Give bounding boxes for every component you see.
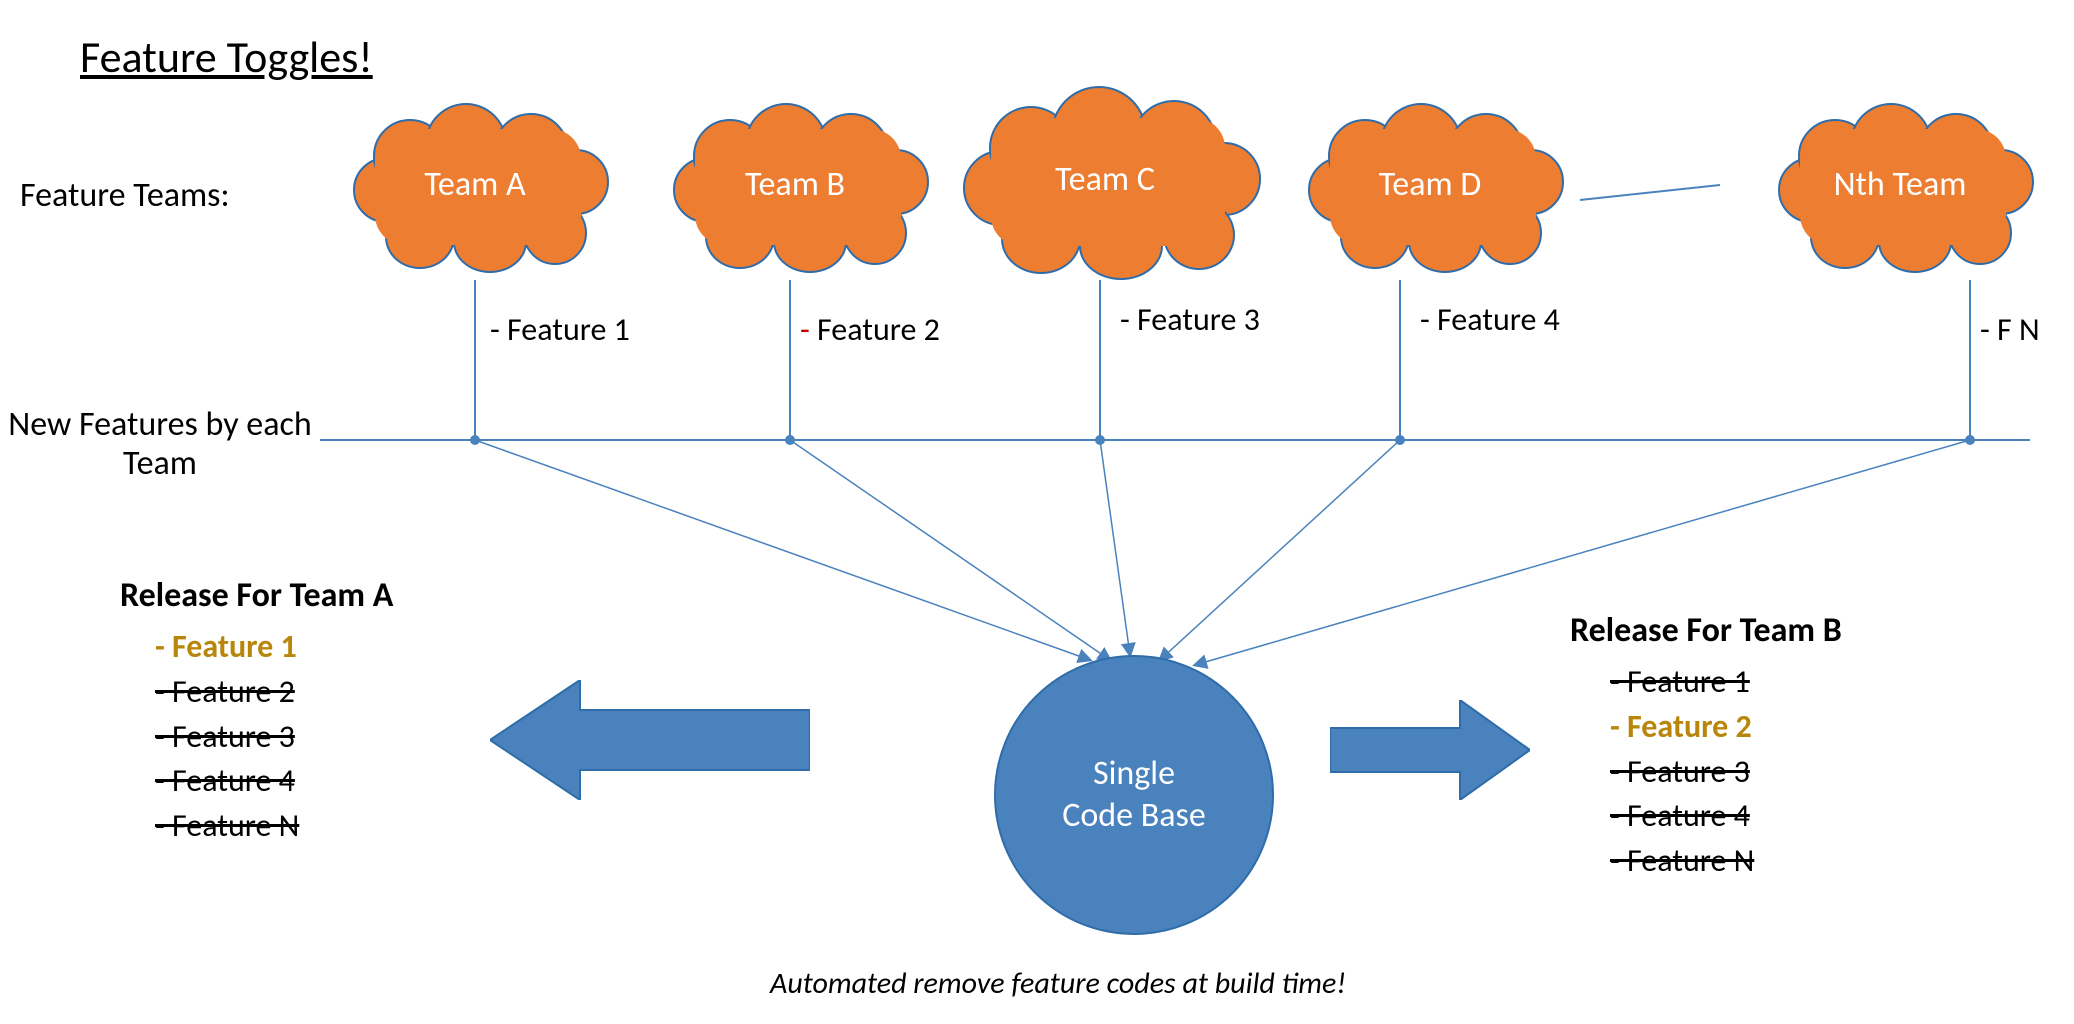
release-team-b-title: Release For Team B xyxy=(1570,610,1842,651)
team-cloud-b: Team B xyxy=(665,105,925,265)
feature-label-2: - Feature 2 xyxy=(800,310,940,349)
new-features-label: New Features by each Team xyxy=(0,405,320,483)
team-cloud-n: Nth Team xyxy=(1770,105,2030,265)
team-cloud-a: Team A xyxy=(345,105,605,265)
team-cloud-b-label: Team B xyxy=(665,105,925,265)
single-code-base: SingleCode Base xyxy=(994,655,1274,935)
block-arrow-right xyxy=(1330,700,1530,800)
release-a-feature-n: - Feature N xyxy=(155,804,299,849)
team-cloud-n-label: Nth Team xyxy=(1770,105,2030,265)
release-b-feature-2: - Feature 2 xyxy=(1610,705,1754,750)
release-b-feature-n: - Feature N xyxy=(1610,839,1754,884)
release-b-feature-4: - Feature 4 xyxy=(1610,794,1754,839)
release-b-feature-3: - Feature 3 xyxy=(1610,750,1754,795)
page-title: Feature Toggles! xyxy=(80,30,373,84)
feature-label-n: - F N xyxy=(1980,310,2040,349)
diagram-canvas: Feature Toggles! Feature Teams: New Feat… xyxy=(0,0,2074,1024)
feature-label-4: - Feature 4 xyxy=(1420,300,1560,339)
feature-teams-label: Feature Teams: xyxy=(20,175,230,216)
release-a-feature-2: - Feature 2 xyxy=(155,670,299,715)
release-team-a-title: Release For Team A xyxy=(120,575,393,616)
release-a-feature-4: - Feature 4 xyxy=(155,759,299,804)
release-b-list: - Feature 1 - Feature 2 - Feature 3 - Fe… xyxy=(1610,660,1754,884)
single-code-base-label: SingleCode Base xyxy=(1062,753,1206,838)
team-cloud-d: Team D xyxy=(1300,105,1560,265)
release-a-list: - Feature 1 - Feature 2 - Feature 3 - Fe… xyxy=(155,625,299,849)
team-cloud-c-label: Team C xyxy=(955,90,1255,270)
release-a-feature-3: - Feature 3 xyxy=(155,715,299,760)
block-arrow-left xyxy=(490,680,810,800)
team-cloud-c: Team C xyxy=(955,90,1255,270)
feature-label-3: - Feature 3 xyxy=(1120,300,1260,339)
release-a-feature-1: - Feature 1 xyxy=(155,625,299,670)
caption-text: Automated remove feature codes at build … xyxy=(770,965,1346,1002)
feature-label-1: - Feature 1 xyxy=(490,310,630,349)
release-b-feature-1: - Feature 1 xyxy=(1610,660,1754,705)
team-cloud-d-label: Team D xyxy=(1300,105,1560,265)
team-cloud-a-label: Team A xyxy=(345,105,605,265)
